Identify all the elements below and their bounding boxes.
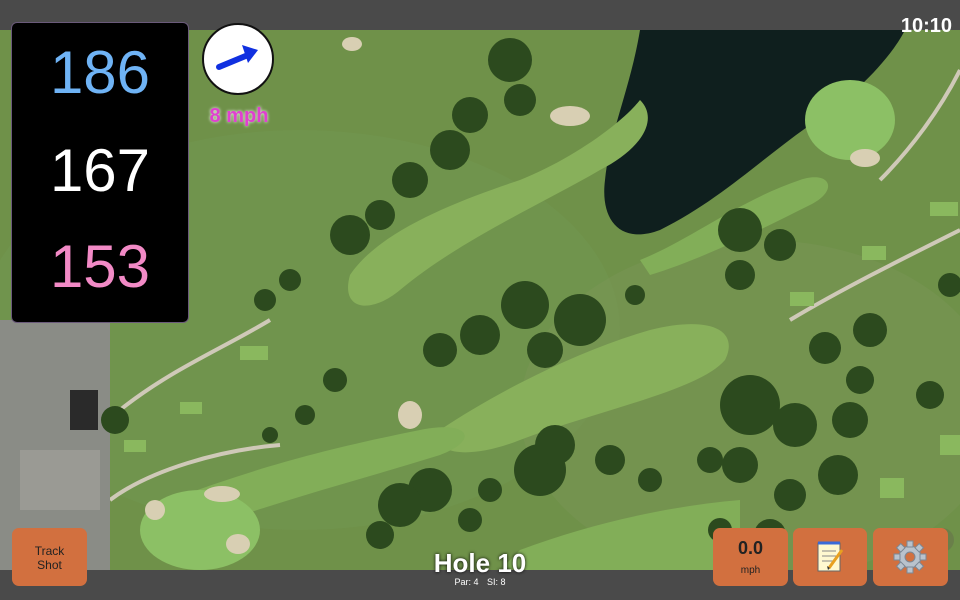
distance-panel: 186 167 153 [11,22,189,323]
speed-button[interactable]: 0.0 mph [713,528,788,586]
front-distance: 153 [49,233,151,300]
track-shot-label-line1: Track [34,544,65,558]
wind-arrow-icon [216,45,258,70]
hole-info: Par: 4 SI: 8 [380,577,580,587]
gear-icon [893,540,927,574]
clock: 10:10 [900,15,952,37]
wind-speed: 8 mph [209,105,269,127]
track-shot-button[interactable]: Track Shot [12,528,87,586]
settings-button[interactable] [873,528,948,586]
speed-value: 0.0 [737,538,764,558]
hole-par: Par: 4 [454,577,479,587]
wind-indicator [202,23,274,95]
notepad-icon [817,541,844,572]
middle-distance: 167 [49,137,151,204]
track-shot-label-line2: Shot [37,558,62,572]
back-distance: 186 [49,39,151,106]
speed-unit: mph [740,565,761,576]
hole-title: Hole 10 [433,548,527,578]
hole-si: SI: 8 [487,577,506,587]
notes-button[interactable] [793,528,867,586]
